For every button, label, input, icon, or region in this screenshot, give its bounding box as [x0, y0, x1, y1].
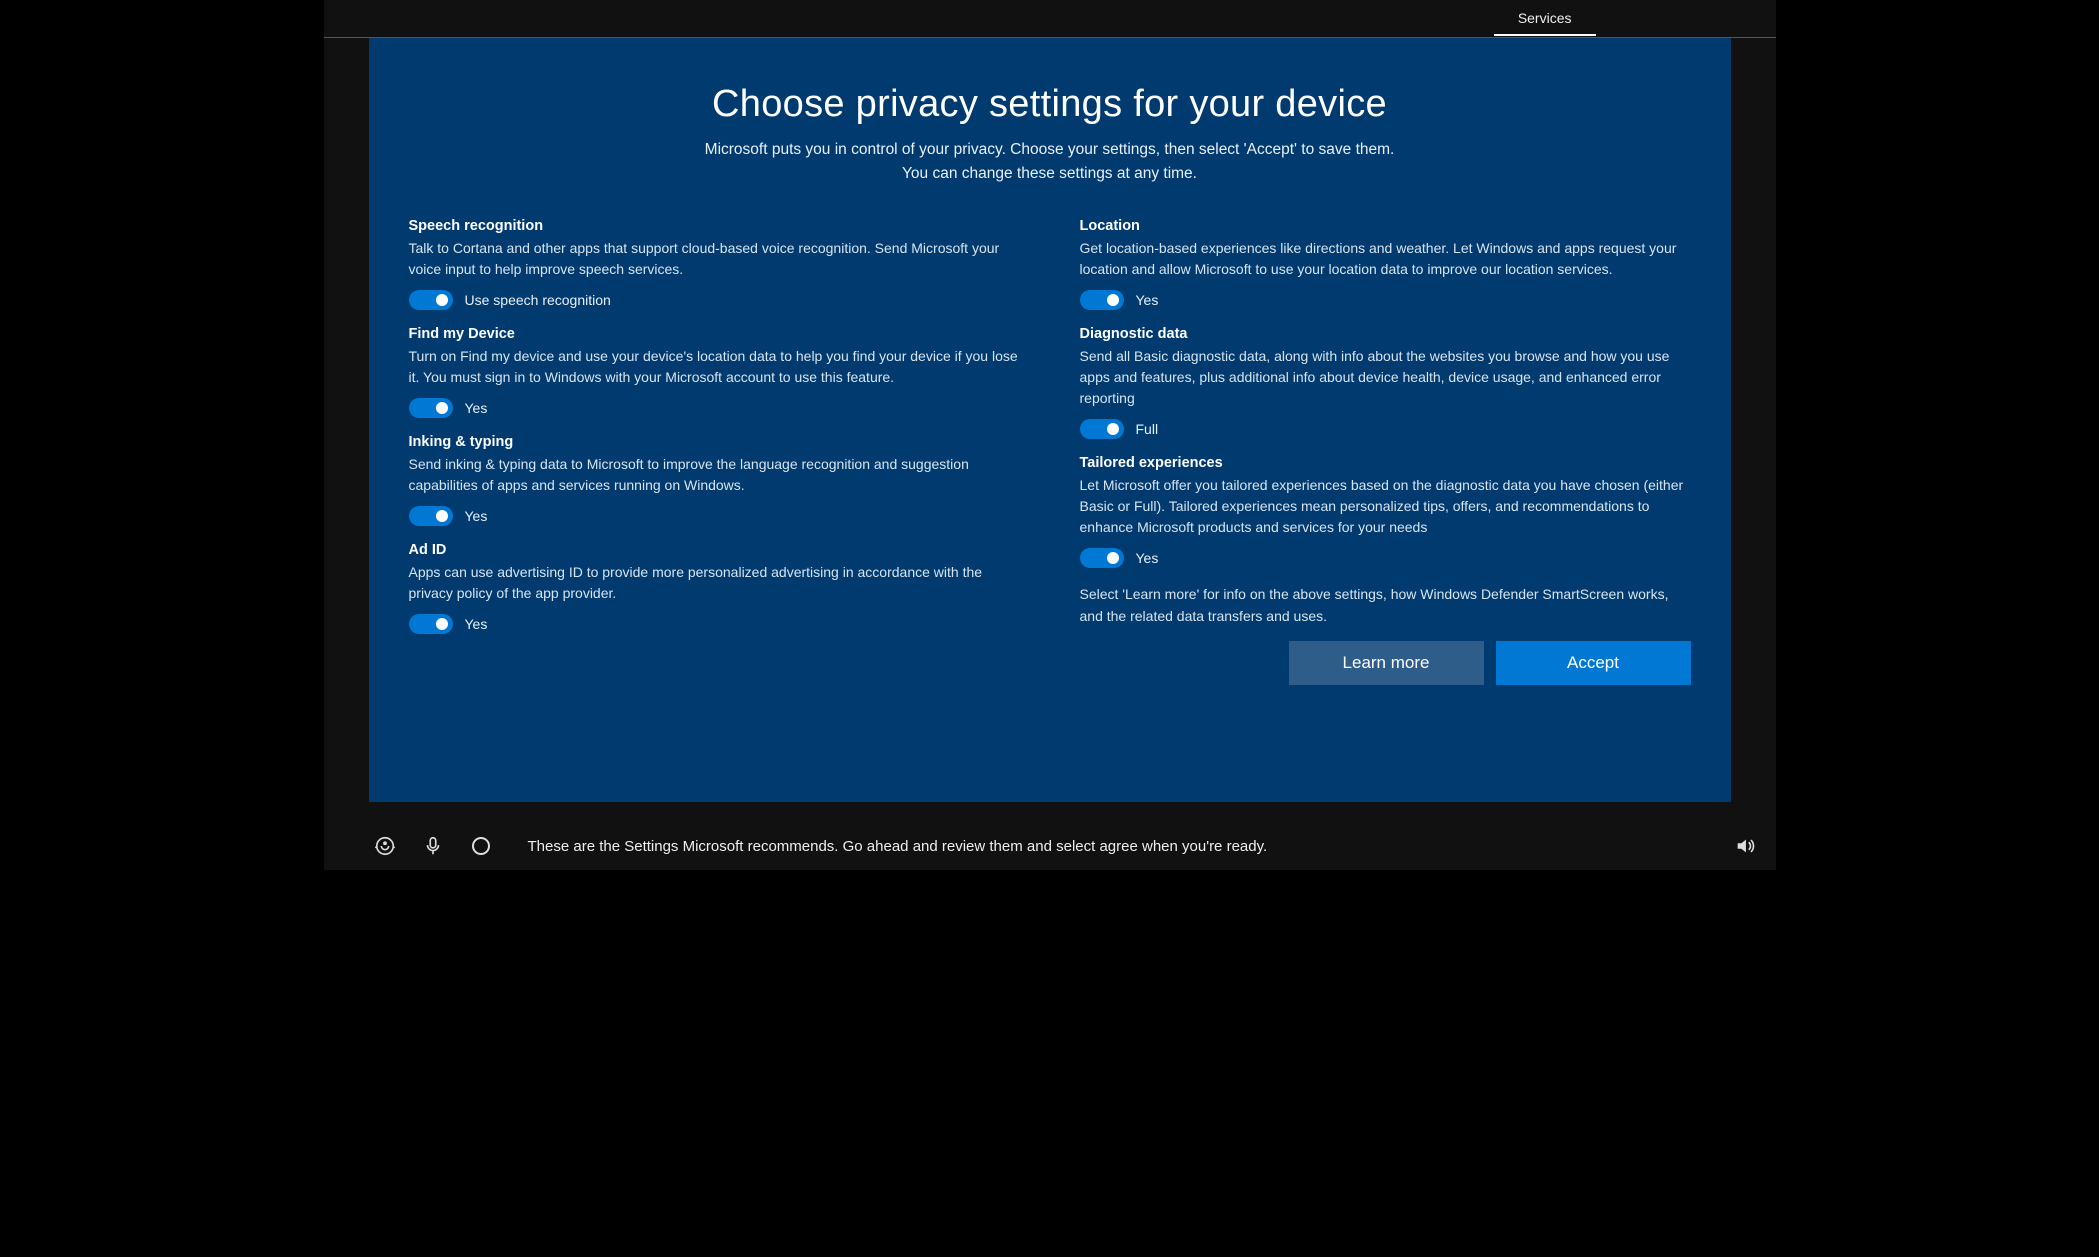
setting-title: Speech recognition [409, 218, 1020, 234]
setting-title: Ad ID [409, 542, 1020, 558]
learn-more-button[interactable]: Learn more [1289, 641, 1484, 685]
setting-desc: Let Microsoft offer you tailored experie… [1080, 475, 1691, 538]
setting-desc: Send all Basic diagnostic data, along wi… [1080, 346, 1691, 409]
setting-title: Diagnostic data [1080, 326, 1691, 342]
setting-desc: Send inking & typing data to Microsoft t… [409, 454, 1020, 496]
toggle-label: Full [1136, 421, 1159, 437]
subtitle-line-1: Microsoft puts you in control of your pr… [705, 141, 1395, 158]
toggle-tailored-experiences[interactable] [1080, 548, 1124, 568]
setting-title: Inking & typing [409, 434, 1020, 450]
status-message: These are the Settings Microsoft recomme… [528, 838, 1708, 855]
toggle-row: Yes [409, 614, 1020, 634]
toggle-label: Yes [1136, 292, 1159, 308]
accept-button[interactable]: Accept [1496, 641, 1691, 685]
page-subtitle: Microsoft puts you in control of your pr… [409, 138, 1691, 186]
toggle-find-my-device[interactable] [409, 398, 453, 418]
toggle-speech-recognition[interactable] [409, 290, 453, 310]
cortana-icon[interactable] [470, 835, 492, 857]
oobe-screen: Services Choose privacy settings for you… [324, 0, 1776, 870]
toggle-label: Use speech recognition [465, 292, 611, 308]
volume-icon[interactable] [1734, 835, 1756, 857]
setting-desc: Apps can use advertising ID to provide m… [409, 562, 1020, 604]
toggle-inking-typing[interactable] [409, 506, 453, 526]
toggle-row: Yes [409, 506, 1020, 526]
setting-desc: Turn on Find my device and use your devi… [409, 346, 1020, 388]
toggle-location[interactable] [1080, 290, 1124, 310]
toggle-row: Yes [1080, 290, 1691, 310]
setting-diagnostic-data: Diagnostic data Send all Basic diagnosti… [1080, 326, 1691, 439]
left-column: Speech recognition Talk to Cortana and o… [409, 218, 1020, 685]
setting-desc: Get location-based experiences like dire… [1080, 238, 1691, 280]
ease-of-access-icon[interactable] [374, 835, 396, 857]
page-title: Choose privacy settings for your device [409, 83, 1691, 126]
toggle-label: Yes [465, 508, 488, 524]
toggle-row: Yes [409, 398, 1020, 418]
setting-title: Location [1080, 218, 1691, 234]
setting-title: Tailored experiences [1080, 455, 1691, 471]
topbar: Services [324, 0, 1776, 38]
bottombar: These are the Settings Microsoft recomme… [324, 822, 1776, 870]
microphone-icon[interactable] [422, 835, 444, 857]
toggle-ad-id[interactable] [409, 614, 453, 634]
action-buttons: Learn more Accept [1080, 641, 1691, 685]
setting-ad-id: Ad ID Apps can use advertising ID to pro… [409, 542, 1020, 634]
learn-more-footnote: Select 'Learn more' for info on the abov… [1080, 584, 1691, 627]
tab-services[interactable]: Services [1494, 2, 1596, 36]
toggle-label: Yes [1136, 550, 1159, 566]
subtitle-line-2: You can change these settings at any tim… [902, 165, 1197, 182]
setting-speech-recognition: Speech recognition Talk to Cortana and o… [409, 218, 1020, 310]
setting-desc: Talk to Cortana and other apps that supp… [409, 238, 1020, 280]
setting-location: Location Get location-based experiences … [1080, 218, 1691, 310]
toggle-label: Yes [465, 616, 488, 632]
toggle-row: Full [1080, 419, 1691, 439]
right-column: Location Get location-based experiences … [1080, 218, 1691, 685]
settings-columns: Speech recognition Talk to Cortana and o… [409, 218, 1691, 685]
setting-title: Find my Device [409, 326, 1020, 342]
setting-tailored-experiences: Tailored experiences Let Microsoft offer… [1080, 455, 1691, 568]
setting-inking-typing: Inking & typing Send inking & typing dat… [409, 434, 1020, 526]
toggle-row: Use speech recognition [409, 290, 1020, 310]
toggle-label: Yes [465, 400, 488, 416]
toggle-diagnostic-data[interactable] [1080, 419, 1124, 439]
setting-find-my-device: Find my Device Turn on Find my device an… [409, 326, 1020, 418]
toggle-row: Yes [1080, 548, 1691, 568]
privacy-panel: Choose privacy settings for your device … [369, 38, 1731, 802]
